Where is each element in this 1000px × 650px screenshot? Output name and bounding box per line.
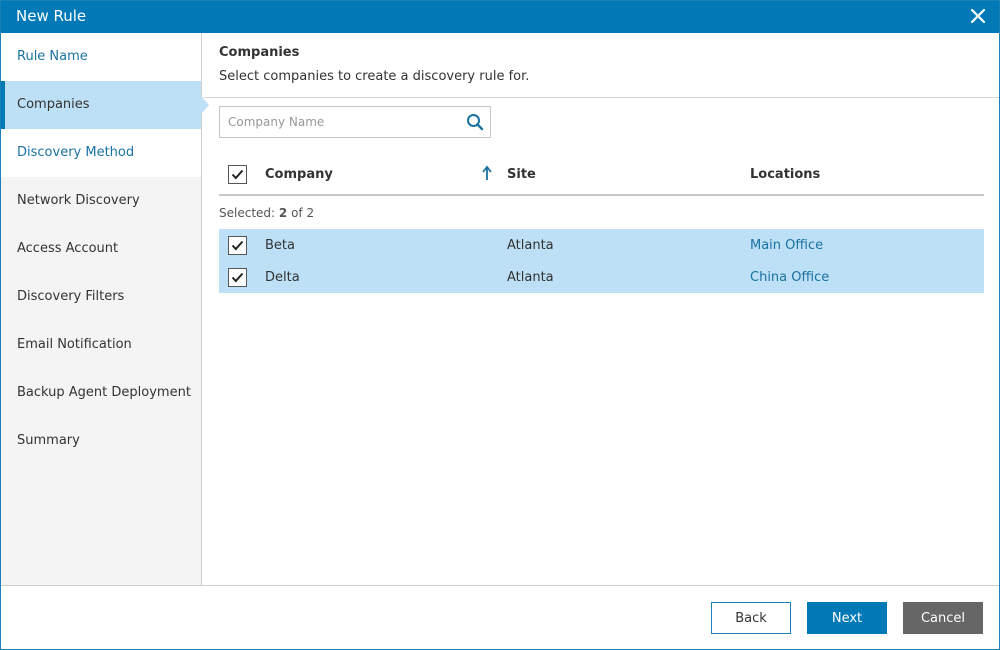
title-bar: New Rule	[1, 1, 999, 33]
close-icon[interactable]	[967, 5, 989, 27]
row-cell-company: Beta	[265, 229, 295, 261]
step-backup-agent-deployment[interactable]: Backup Agent Deployment	[1, 369, 201, 417]
selection-summary: Selected: 2 of 2	[219, 196, 984, 229]
table-row[interactable]: Beta Atlanta Main Office	[219, 229, 984, 261]
header-cell-locations[interactable]: Locations	[750, 154, 820, 194]
column-header-locations[interactable]: Locations	[750, 167, 820, 182]
selected-prefix: Selected:	[219, 206, 276, 220]
table-row[interactable]: Delta Atlanta China Office	[219, 261, 984, 293]
column-header-company[interactable]: Company	[265, 167, 333, 182]
step-companies[interactable]: Companies	[1, 81, 209, 129]
search-box	[219, 106, 491, 138]
search-icon[interactable]	[466, 113, 484, 131]
location-link[interactable]: China Office	[750, 270, 829, 285]
site-name: Atlanta	[507, 269, 554, 285]
page-subtitle: Select companies to create a discovery r…	[219, 69, 530, 84]
new-rule-dialog: New Rule Rule Name Companies Discovery M…	[0, 0, 1000, 650]
step-label: Summary	[17, 433, 80, 448]
dialog-footer: Back Next Cancel	[1, 585, 999, 649]
selected-count: 2	[278, 206, 288, 220]
column-header-site[interactable]: Site	[507, 167, 536, 182]
dialog-title: New Rule	[16, 7, 87, 25]
row-cell-location: Main Office	[750, 229, 823, 261]
step-label: Access Account	[17, 241, 119, 256]
step-label: Discovery Filters	[17, 289, 125, 304]
selected-separator: of	[291, 206, 303, 220]
step-discovery-filters[interactable]: Discovery Filters	[1, 273, 201, 321]
step-email-notification[interactable]: Email Notification	[1, 321, 201, 369]
site-name: Atlanta	[507, 237, 554, 253]
step-summary[interactable]: Summary	[1, 417, 201, 465]
wizard-steps: Rule Name Companies Discovery Method Net…	[1, 33, 209, 585]
step-label: Network Discovery	[17, 193, 140, 208]
step-discovery-method[interactable]: Discovery Method	[1, 129, 201, 177]
step-label: Email Notification	[17, 337, 132, 352]
row-cell-select	[228, 261, 247, 293]
search-input[interactable]	[220, 107, 460, 137]
step-label: Companies	[17, 97, 90, 112]
back-button[interactable]: Back	[711, 602, 791, 634]
step-network-discovery[interactable]: Network Discovery	[1, 177, 201, 225]
row-checkbox[interactable]	[228, 267, 247, 287]
selected-total: 2	[306, 206, 315, 220]
company-name: Beta	[265, 237, 295, 253]
main-panel: Companies Select companies to create a d…	[203, 33, 999, 585]
select-all-checkbox[interactable]	[228, 164, 247, 184]
companies-grid: Company Site Locations Selected: 2 of 2	[219, 154, 984, 293]
step-rule-name[interactable]: Rule Name	[1, 33, 201, 81]
row-cell-location: China Office	[750, 261, 829, 293]
cancel-button[interactable]: Cancel	[903, 602, 983, 634]
step-label: Backup Agent Deployment	[17, 385, 191, 400]
company-name: Delta	[265, 269, 300, 285]
row-cell-company: Delta	[265, 261, 300, 293]
step-label: Discovery Method	[17, 145, 135, 160]
header-cell-site[interactable]: Site	[507, 154, 536, 194]
next-button[interactable]: Next	[807, 602, 887, 634]
grid-header: Company Site Locations	[219, 154, 984, 196]
page-header: Companies Select companies to create a d…	[203, 33, 999, 98]
page-title: Companies	[219, 45, 300, 60]
header-cell-company[interactable]: Company	[265, 154, 333, 194]
step-label: Rule Name	[17, 49, 88, 64]
location-link[interactable]: Main Office	[750, 238, 823, 253]
row-cell-select	[228, 229, 247, 261]
sort-ascending-icon[interactable]	[481, 165, 493, 181]
row-checkbox[interactable]	[228, 235, 247, 255]
row-cell-site: Atlanta	[507, 261, 554, 293]
step-access-account[interactable]: Access Account	[1, 225, 201, 273]
row-cell-site: Atlanta	[507, 229, 554, 261]
header-cell-select	[228, 154, 247, 194]
